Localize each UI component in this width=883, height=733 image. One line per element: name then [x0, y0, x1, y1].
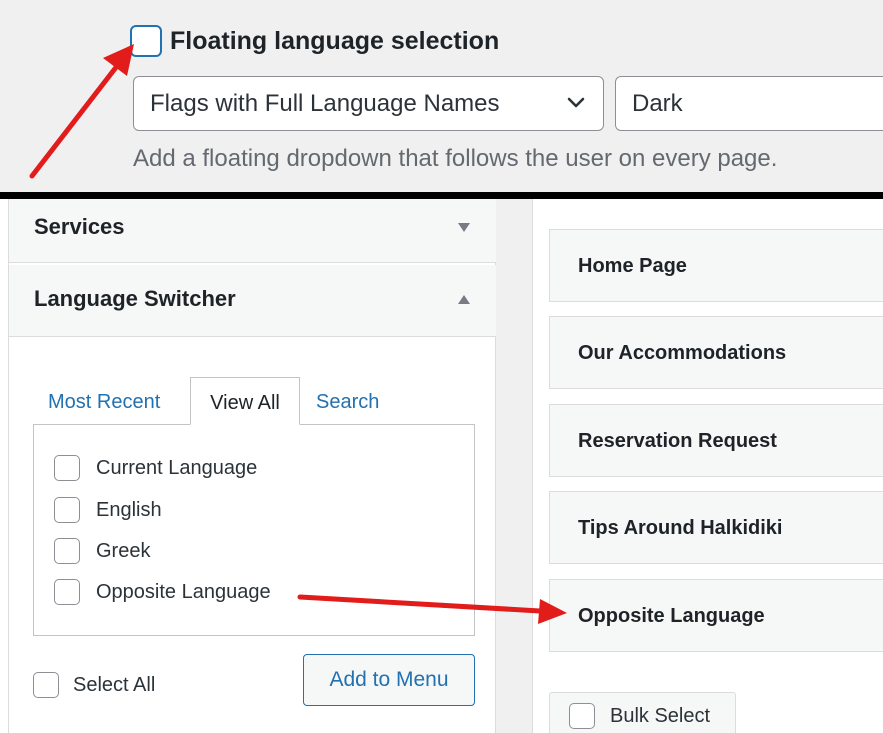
accordion-language-switcher-title: Language Switcher — [34, 286, 236, 311]
list-item-label: Current Language — [96, 457, 258, 479]
checkbox[interactable] — [54, 579, 80, 605]
menu-item[interactable]: Our Accommodations — [549, 316, 883, 389]
add-to-menu-button[interactable]: Add to Menu — [303, 654, 475, 706]
checkbox[interactable] — [54, 455, 80, 481]
menu-item-label: Our Accommodations — [578, 342, 787, 364]
list-item-label: Greek — [96, 540, 151, 562]
tab-view-all[interactable]: View All — [190, 377, 300, 425]
list-item-label: English — [96, 499, 162, 521]
screenshot-divider — [0, 192, 883, 199]
caret-up-icon — [458, 295, 470, 304]
menu-item-label: Home Page — [578, 255, 687, 277]
accordion-language-switcher[interactable]: Language Switcher — [9, 265, 496, 337]
theme-select-value: Dark — [632, 90, 683, 117]
menu-item[interactable]: Home Page — [549, 229, 883, 302]
menu-item-label: Opposite Language — [578, 605, 765, 627]
bulk-select-checkbox[interactable] — [569, 703, 595, 729]
language-items-list: Current Language English Greek Opposite … — [33, 424, 475, 636]
column-gutter — [496, 199, 533, 733]
bulk-select-label: Bulk Select — [610, 705, 711, 727]
chevron-down-icon — [567, 97, 585, 108]
tab-most-recent[interactable]: Most Recent — [48, 377, 160, 425]
menu-structure: Home Page Our Accommodations Reservation… — [533, 199, 883, 733]
floating-language-checkbox[interactable] — [130, 25, 162, 57]
list-item-label: Opposite Language — [96, 581, 271, 603]
bulk-select[interactable]: Bulk Select — [549, 692, 736, 733]
menu-item-label: Tips Around Halkidiki — [578, 517, 783, 539]
language-style-value: Flags with Full Language Names — [150, 90, 500, 117]
floating-language-settings: Floating language selection Flags with F… — [0, 0, 883, 192]
checkbox[interactable] — [54, 497, 80, 523]
language-style-select[interactable]: Flags with Full Language Names — [133, 76, 604, 131]
select-all-checkbox[interactable] — [33, 672, 59, 698]
checkbox[interactable] — [54, 538, 80, 564]
accordion-services[interactable]: Services — [9, 199, 496, 263]
caret-down-icon — [458, 223, 470, 232]
floating-language-label: Floating language selection — [170, 27, 500, 55]
menu-item[interactable]: Opposite Language — [549, 579, 883, 652]
theme-select[interactable]: Dark — [615, 76, 883, 131]
tab-search[interactable]: Search — [316, 377, 379, 425]
floating-language-description: Add a floating dropdown that follows the… — [133, 145, 778, 172]
select-all-label: Select All — [73, 674, 156, 696]
menu-item[interactable]: Reservation Request — [549, 404, 883, 477]
item-tabs: Most Recent View All Search — [9, 377, 496, 425]
accordion-services-title: Services — [34, 214, 125, 239]
add-menu-items-panel: Services Language Switcher Most Recent V… — [8, 199, 496, 733]
menu-item[interactable]: Tips Around Halkidiki — [549, 491, 883, 564]
menu-item-label: Reservation Request — [578, 430, 777, 452]
